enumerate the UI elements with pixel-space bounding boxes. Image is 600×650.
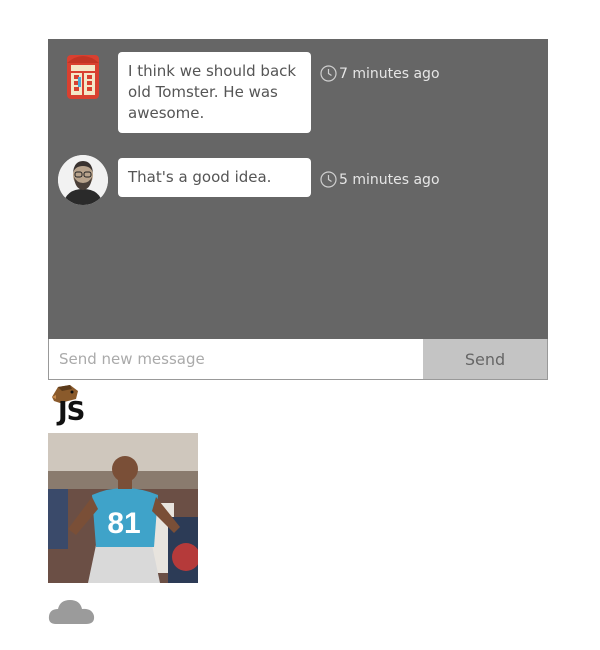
clock-icon (320, 171, 337, 188)
jersey-number: 81 (107, 507, 140, 540)
phone-booth-avatar (58, 51, 108, 101)
cloud-icon (48, 596, 96, 626)
message-bubble: I think we should back old Tomster. He w… (118, 52, 311, 133)
send-button[interactable]: Send (423, 339, 547, 379)
timestamp-text: 7 minutes ago (339, 65, 440, 82)
chat-panel: I think we should back old Tomster. He w… (48, 39, 548, 339)
message-composer: Send (48, 339, 548, 380)
message-bubble: That's a good idea. (118, 158, 311, 197)
football-player-photo: 81 (48, 433, 198, 583)
person-avatar (58, 155, 108, 205)
clock-icon (320, 65, 337, 82)
timestamp-text: 5 minutes ago (339, 171, 440, 188)
message-timestamp: 5 minutes ago (320, 171, 440, 188)
message-input[interactable] (49, 339, 424, 379)
horse-js-logo: JS (48, 383, 98, 429)
logo-text: JS (58, 397, 85, 427)
message-timestamp: 7 minutes ago (320, 65, 440, 82)
